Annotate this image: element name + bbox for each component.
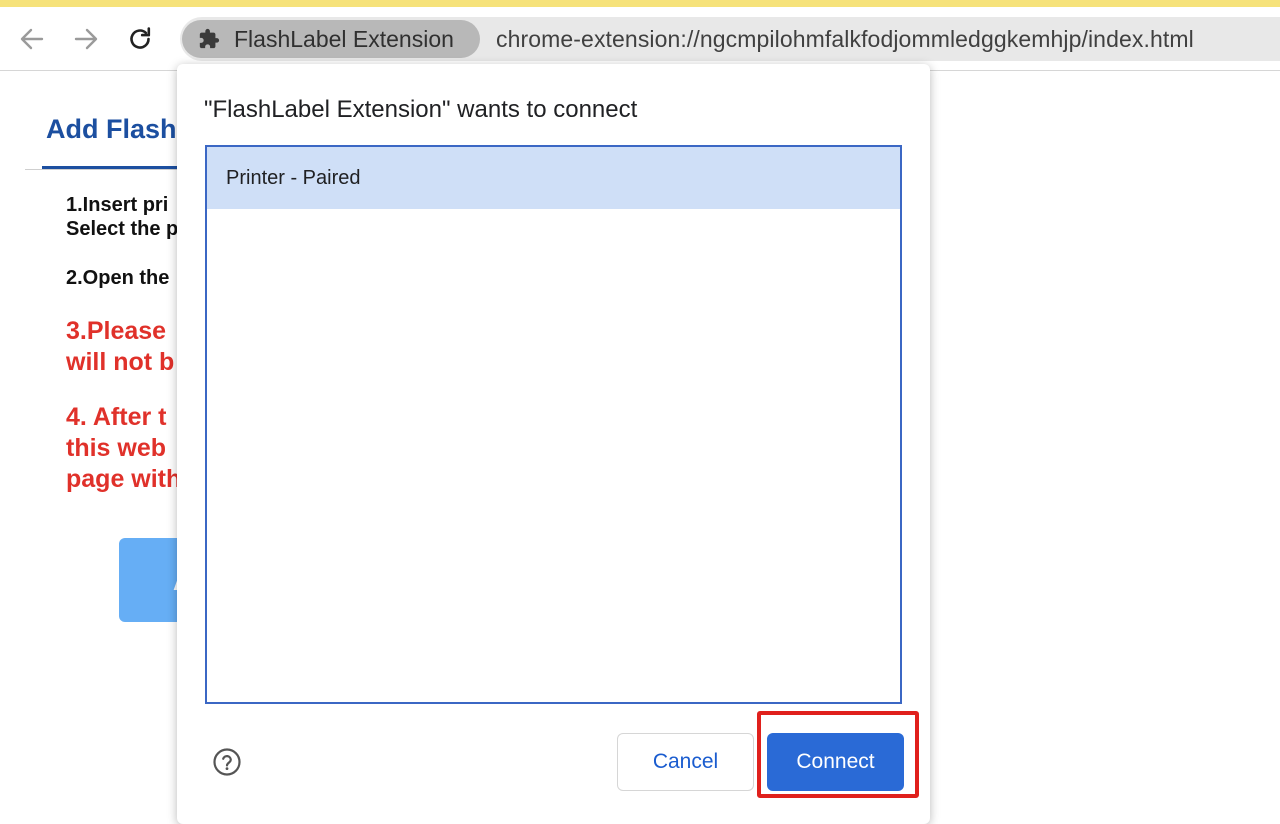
dialog-title: "FlashLabel Extension" wants to connect [204,96,638,123]
step-line: Select the p [66,218,179,241]
back-button[interactable] [14,21,50,57]
extension-chip-label: FlashLabel Extension [234,25,454,52]
step-line: will not b [66,348,175,376]
device-chooser-dialog: "FlashLabel Extension" wants to connect … [177,64,930,824]
browser-toolbar: FlashLabel Extension chrome-extension://… [0,7,1280,71]
instruction-step-1: 1.Insert pri Select the p [66,193,178,242]
step-line: 3.Please [66,317,167,345]
step-line: 2.Open the [66,267,170,289]
window-top-strip [0,0,1280,7]
arrow-left-icon [20,28,44,50]
extension-origin-chip[interactable]: FlashLabel Extension [182,20,480,58]
reload-icon [130,27,151,49]
cancel-button[interactable]: Cancel [617,733,754,791]
url-text[interactable]: chrome-extension://ngcmpilohmfalkfodjomm… [496,26,1194,53]
page-divider [25,169,185,170]
page-heading: Add Flash [46,114,177,144]
arrow-right-icon [74,28,98,50]
step-line: page with [66,465,182,493]
device-item-printer[interactable]: Printer - Paired [207,147,900,209]
step-line: 4. After t [66,403,167,431]
step-line: this web [66,434,167,462]
device-list[interactable]: Printer - Paired [205,145,902,704]
page-heading-underline [42,166,178,169]
instruction-step-2: 2.Open the [66,266,169,290]
instruction-step-3: 3.Please will not b [66,316,174,378]
instruction-step-4: 4. After t this web page with [66,402,181,495]
address-bar[interactable]: FlashLabel Extension chrome-extension://… [180,17,1280,61]
device-item-label: Printer - Paired [226,166,361,189]
forward-button[interactable] [68,21,104,57]
puzzle-piece-icon [199,28,220,49]
reload-button[interactable] [122,21,158,57]
connect-button[interactable]: Connect [767,733,904,791]
step-line: 1.Insert pri [66,194,169,216]
help-circle-icon[interactable] [212,747,242,777]
